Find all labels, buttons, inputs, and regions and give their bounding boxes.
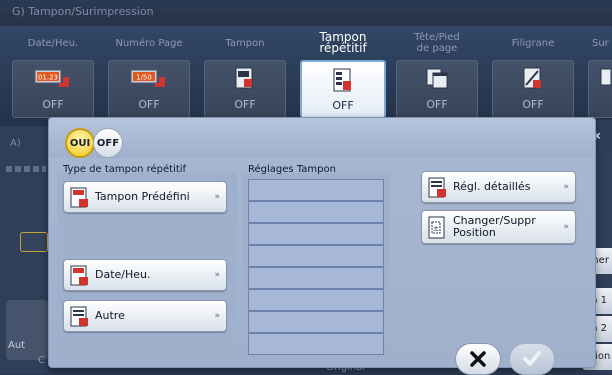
settings-cell [248,333,384,355]
position-icon: ± [428,216,445,239]
chevron-right-icon: » [563,222,568,232]
stamp-type-label: Type de tampon répétitif [63,164,187,175]
checkmark-icon [523,351,541,366]
other-stamp-label: Autre [95,309,125,322]
background-auto-label: Aut [8,340,26,351]
tab-label: Tête/Pied de page [414,32,460,54]
settings-cell [248,201,384,223]
predefined-stamp-button[interactable]: Tampon Prédéfini » [63,181,227,213]
cancel-button[interactable] [455,343,501,375]
window-title: G) Tampon/Surimpression [0,0,612,26]
background-divider [6,166,46,172]
stamp-icon [235,67,253,89]
stamp-settings-panel [242,173,390,355]
tab-label: Numéro Page [115,37,183,49]
svg-text:±: ± [433,224,440,233]
tab-value: OFF [42,98,64,111]
detail-settings-icon [428,177,446,198]
tab-label: Sur [592,37,609,49]
tab-value: OFF [426,98,448,111]
background-c-label: C [38,355,45,366]
tab-page-number[interactable]: Numéro Page 1/50 OFF [108,28,190,118]
tab-label: Tampon répétitif [319,30,367,55]
settings-cell [248,289,384,311]
repeat-stamp-icon [333,68,351,92]
tab-stamp[interactable]: Tampon OFF [204,28,286,118]
settings-cell [248,311,384,333]
chevron-right-icon: » [214,270,219,280]
other-stamp-button[interactable]: Autre » [63,300,227,332]
tab-value: OFF [332,99,354,112]
detail-settings-label: Régl. détaillés [453,180,531,193]
tab-value: OFF [522,98,544,111]
date-stamp-icon: 01.23 [34,69,69,87]
predefined-stamp-label: Tampon Prédéfini [95,190,190,203]
background-button [20,232,48,252]
tab-watermark[interactable]: Filigrane OFF [492,28,574,118]
header-footer-icon [426,68,448,89]
svg-text:1/50: 1/50 [136,74,152,82]
dialog-topbar [49,118,595,158]
predefined-stamp-icon [70,187,88,208]
watermark-icon [523,67,541,89]
background-auto-button: Aut [6,300,48,360]
svg-text:01.23: 01.23 [38,74,58,82]
chevron-right-icon: » [214,192,219,202]
repeat-stamp-dialog: OUI OFF Type de tampon répétitif Tampon … [48,117,596,375]
close-icon [470,351,486,367]
tab-value: OFF [234,98,256,111]
tab-header-footer[interactable]: Tête/Pied de page OFF [396,28,478,118]
date-time-button[interactable]: Date/Heu. » [63,259,227,291]
overlay-icon [600,68,611,86]
tab-value: OFF [138,98,160,111]
tab-date-time[interactable]: Date/Heu. 01.23 OFF [12,28,94,118]
chevron-right-icon: » [563,182,568,192]
date-time-label: Date/Heu. [95,268,151,281]
change-position-button[interactable]: ± Changer/Suppr Position » [421,210,576,244]
toggle-on-button[interactable]: OUI [65,128,95,158]
tab-label: Filigrane [511,37,555,49]
tab-label: Date/Heu. [27,37,79,49]
background-section-label: A) [10,138,21,149]
date-stamp-icon [70,265,88,286]
settings-cell [248,179,384,201]
chevron-right-icon: » [214,311,219,321]
change-position-label: Changer/Suppr Position [453,214,536,239]
settings-cell [248,245,384,267]
tab-repeat-stamp[interactable]: Tampon répétitif OFF [300,28,386,118]
stamp-settings-label: Réglages Tampon [248,164,336,175]
settings-cell [248,267,384,289]
other-stamp-icon [70,306,88,327]
tab-label: Tampon [225,37,265,49]
page-number-icon: 1/50 [130,69,165,87]
settings-cell [248,223,384,245]
tab-overlay[interactable]: Sur [588,28,612,118]
toggle-off-button[interactable]: OFF [93,128,123,158]
ok-button[interactable] [509,343,555,375]
detail-settings-button[interactable]: Régl. détaillés » [421,171,576,203]
